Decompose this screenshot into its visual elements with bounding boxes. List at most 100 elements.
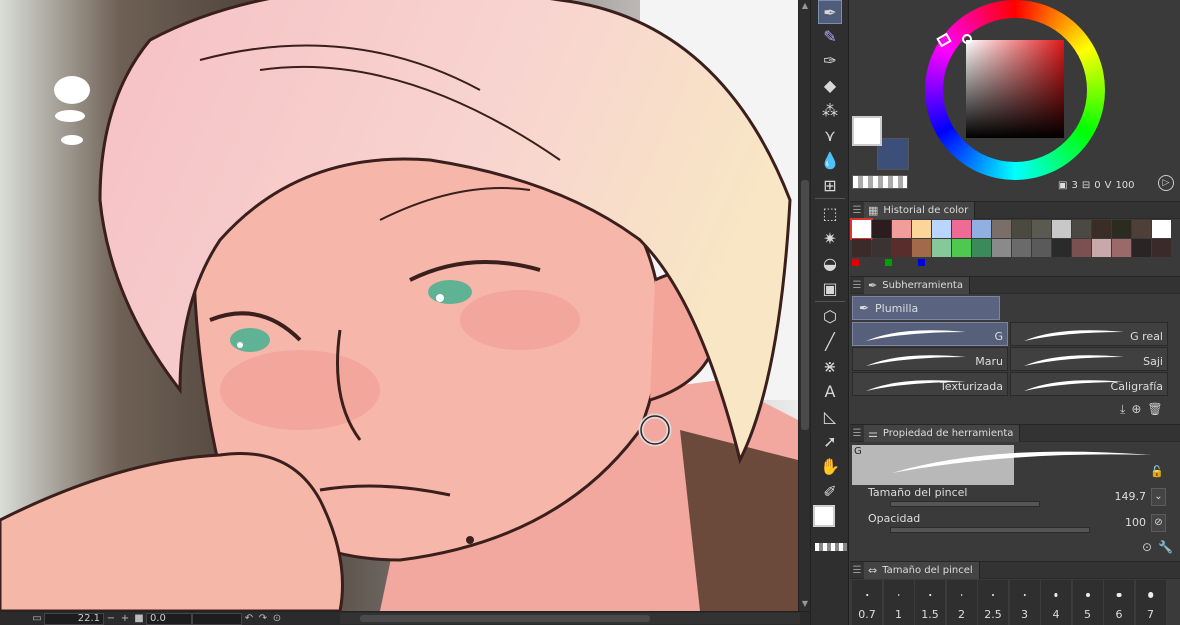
- color-swatch[interactable]: [850, 218, 873, 240]
- panel-menu-icon[interactable]: ☰: [850, 280, 864, 291]
- subtool-group-plumilla[interactable]: ✒ Plumilla: [852, 296, 1000, 320]
- panel-menu-icon[interactable]: ☰: [850, 428, 864, 439]
- frame-tool-icon[interactable]: ◺: [818, 404, 842, 428]
- color-swatch[interactable]: [872, 239, 891, 257]
- color-swatch[interactable]: [852, 239, 871, 257]
- panel-menu-icon[interactable]: ☰: [850, 565, 864, 576]
- zoom-in-icon[interactable]: +: [118, 613, 132, 624]
- color-swatch[interactable]: [1112, 239, 1131, 257]
- color-swatch[interactable]: [912, 239, 931, 257]
- brush-size-preset[interactable]: 2.5: [978, 580, 1009, 625]
- brush-size-preset[interactable]: 5: [1072, 580, 1104, 625]
- brush-item[interactable]: G: [852, 322, 1008, 346]
- rgb-icon[interactable]: ⊟: [1082, 180, 1090, 191]
- import-icon[interactable]: ⤓: [1120, 402, 1125, 417]
- color-swatch[interactable]: [912, 220, 931, 238]
- gradient-tool-icon[interactable]: ▣: [818, 276, 842, 300]
- color-swatch[interactable]: [1092, 220, 1111, 238]
- brush-size-tab[interactable]: ⇔ Tamaño del pincel: [864, 561, 980, 579]
- brush-size-dropdown-icon[interactable]: ⌄: [1151, 488, 1166, 506]
- fill-bucket-icon[interactable]: ◒: [818, 251, 842, 275]
- eyedropper-tool-icon[interactable]: ✐: [818, 479, 842, 503]
- color-swatch[interactable]: [1152, 239, 1171, 257]
- pen-tool-icon[interactable]: ✒: [818, 0, 842, 24]
- brush-size-row[interactable]: Tamaño del pincel 149.7 ⌄: [852, 486, 1170, 512]
- main-color-swatch[interactable]: [852, 116, 882, 146]
- color-swatch[interactable]: [1052, 239, 1071, 257]
- brush-size-preset[interactable]: 6: [1104, 580, 1135, 625]
- subtool-tab[interactable]: ✒ Subherramienta: [864, 276, 970, 294]
- opacity-row[interactable]: Opacidad 100 ⊘: [852, 512, 1170, 538]
- brush-size-preset[interactable]: 1: [883, 580, 915, 625]
- reset-rotation-icon[interactable]: ⊙: [270, 613, 284, 624]
- marker-tool-icon[interactable]: ✎: [818, 24, 842, 48]
- brush-size-preset[interactable]: 7: [1135, 580, 1167, 625]
- brush-size-slider[interactable]: [890, 501, 1040, 507]
- color-swatch[interactable]: [932, 220, 951, 238]
- zoom-out-icon[interactable]: −: [104, 613, 118, 624]
- decoration-tool-icon[interactable]: ⁂: [818, 98, 842, 122]
- panel-menu-icon[interactable]: ☰: [850, 205, 864, 216]
- color-swatch[interactable]: [892, 220, 911, 238]
- brush-item[interactable]: Texturizada: [852, 372, 1008, 396]
- main-color-chip[interactable]: [813, 505, 835, 527]
- trash-icon[interactable]: 🗑: [1147, 402, 1162, 417]
- color-swatch[interactable]: [1072, 220, 1091, 238]
- decoration-grass-icon[interactable]: ⋎: [818, 123, 842, 147]
- opacity-settings-icon[interactable]: ⊘: [1151, 514, 1166, 532]
- color-swatch[interactable]: [1152, 220, 1171, 238]
- brush-size-value[interactable]: 149.7: [1115, 490, 1147, 503]
- color-swatch[interactable]: [972, 220, 991, 238]
- blend-tool-icon[interactable]: 💧: [818, 148, 842, 172]
- tool-property-tab[interactable]: ⚌ Propiedad de herramienta: [864, 424, 1021, 442]
- ruler-tool-icon[interactable]: ⊞: [818, 173, 842, 197]
- play-icon[interactable]: ▷: [1158, 175, 1174, 191]
- rotate-right-icon[interactable]: ↷: [256, 613, 270, 624]
- zoom-reset-icon[interactable]: ■: [132, 613, 146, 624]
- color-picker-handle[interactable]: [962, 34, 972, 44]
- color-swatch[interactable]: [992, 239, 1011, 257]
- color-swatch[interactable]: [1012, 239, 1031, 257]
- duplicate-icon[interactable]: ⊕: [1131, 402, 1141, 417]
- color-swatch[interactable]: [892, 239, 911, 257]
- color-swatch[interactable]: [932, 239, 951, 257]
- magic-wand-tool-icon[interactable]: ✷: [818, 226, 842, 250]
- horizontal-scroll-thumb[interactable]: [360, 615, 650, 622]
- horizontal-scrollbar[interactable]: [340, 613, 800, 624]
- brush-size-preset[interactable]: 1.5: [915, 580, 946, 625]
- wrench-icon[interactable]: 🔧: [1158, 540, 1173, 554]
- selection-tool-icon[interactable]: ⬚: [818, 201, 842, 225]
- rotate-left-icon[interactable]: ↶: [242, 613, 256, 624]
- 3d-figure-tool-icon[interactable]: ⬡: [818, 304, 842, 328]
- color-swatch[interactable]: [1052, 220, 1071, 238]
- eraser-tool-icon[interactable]: ◆: [818, 73, 842, 97]
- saturation-value-square[interactable]: [966, 40, 1064, 138]
- rotation-slider[interactable]: [192, 612, 242, 625]
- line-tool-icon[interactable]: ╱: [818, 329, 842, 353]
- hand-tool-icon[interactable]: ✋: [818, 454, 842, 478]
- color-swatch[interactable]: [1092, 239, 1111, 257]
- pattern-tool-icon[interactable]: ⋇: [818, 354, 842, 378]
- brush-item[interactable]: Caligrafía: [1010, 372, 1168, 396]
- brush-item[interactable]: Maru: [852, 347, 1008, 371]
- color-swatch[interactable]: [1132, 220, 1151, 238]
- zoom-field[interactable]: 22.1: [44, 612, 104, 625]
- color-swatch[interactable]: [1132, 239, 1151, 257]
- rotation-field[interactable]: 0.0: [146, 612, 192, 625]
- opacity-value[interactable]: 100: [1125, 516, 1146, 529]
- color-history-tab[interactable]: ▦ Historial de color: [864, 201, 976, 219]
- vertical-scroll-thumb[interactable]: [801, 180, 809, 430]
- vector-pen-tool-icon[interactable]: ✑: [818, 48, 842, 72]
- drawing-canvas[interactable]: [0, 0, 798, 611]
- color-swatch[interactable]: [972, 239, 991, 257]
- brush-size-preset[interactable]: 0.7: [852, 580, 883, 625]
- hsv-icon[interactable]: ▣: [1058, 180, 1067, 191]
- transparent-swatch[interactable]: [852, 175, 908, 189]
- color-swatch[interactable]: [1032, 220, 1051, 238]
- color-swatch[interactable]: [1112, 220, 1131, 238]
- operation-tool-icon[interactable]: ➚: [818, 429, 842, 453]
- color-swatch[interactable]: [1032, 239, 1051, 257]
- color-swatch[interactable]: [1012, 220, 1031, 238]
- color-swatch[interactable]: [1072, 239, 1091, 257]
- color-swatch[interactable]: [952, 220, 971, 238]
